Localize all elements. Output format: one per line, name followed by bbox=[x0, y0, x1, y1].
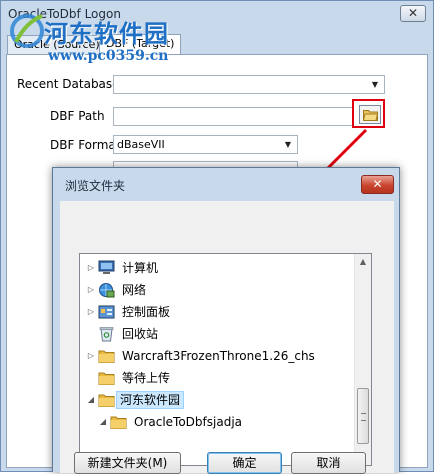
tree-item-label: 回收站 bbox=[122, 327, 159, 341]
tree-item-label: Warcraft3FrozenThrone1.26_chs bbox=[122, 349, 315, 363]
dbf-format-combo[interactable]: dBaseVII ▼ bbox=[113, 135, 298, 154]
computer-icon bbox=[98, 260, 115, 274]
tree-item-label: 计算机 bbox=[122, 261, 159, 275]
expand-arrow-icon[interactable]: ▷ bbox=[86, 285, 96, 295]
tree-item-label: 网络 bbox=[122, 283, 147, 297]
dbf-format-value: dBaseVII bbox=[117, 138, 165, 151]
tree-item-label: 河东软件园 bbox=[116, 391, 185, 409]
window-title: OracleToDbf Logon bbox=[8, 7, 121, 21]
tree-item-warcraft[interactable]: ▷ Warcraft3FrozenThrone1.26_chs bbox=[80, 345, 350, 367]
tree-item-oracletodbf[interactable]: ◢ OracleToDbfsjadja bbox=[80, 411, 350, 433]
tab-oracle-source[interactable]: Oracle (Source) bbox=[7, 35, 107, 54]
tree-item-label: 等待上传 bbox=[122, 371, 171, 385]
cancel-button[interactable]: 取消 bbox=[291, 452, 366, 474]
dbf-format-label: DBF Format bbox=[50, 138, 121, 152]
recent-databases-label: Recent Databases bbox=[17, 77, 126, 91]
network-icon bbox=[99, 283, 115, 298]
chevron-down-icon: ▼ bbox=[371, 80, 379, 89]
recent-databases-combo[interactable]: ▼ bbox=[113, 75, 385, 94]
recycle-bin-icon bbox=[99, 327, 114, 342]
collapse-arrow-icon[interactable]: ◢ bbox=[98, 417, 108, 427]
dialog-content: ▷ 计算机 ▷ 网络 ▷ 控制面板 回收站 ▷ Warcraft3FrozenT… bbox=[60, 201, 394, 474]
tree-item-label: OracleToDbfsjadja bbox=[134, 415, 243, 429]
collapse-arrow-icon[interactable]: ◢ bbox=[86, 395, 96, 405]
browse-folder-dialog: 浏览文件夹 ✕ ▷ 计算机 ▷ 网络 ▷ 控制面板 回收站 ▷ Warcraft… bbox=[52, 167, 400, 474]
tree-item-label: 控制面板 bbox=[122, 305, 171, 319]
dialog-close-button[interactable]: ✕ bbox=[361, 175, 394, 194]
expand-arrow-icon[interactable]: ▷ bbox=[86, 351, 96, 361]
dialog-title: 浏览文件夹 bbox=[65, 179, 126, 193]
folder-icon bbox=[110, 416, 127, 429]
ok-button[interactable]: 确定 bbox=[207, 452, 282, 474]
folder-icon bbox=[98, 372, 115, 385]
folder-icon bbox=[98, 350, 115, 363]
folder-tree[interactable]: ▷ 计算机 ▷ 网络 ▷ 控制面板 回收站 ▷ Warcraft3FrozenT… bbox=[79, 253, 372, 466]
control-panel-icon bbox=[98, 305, 115, 319]
tree-item-control-panel[interactable]: ▷ 控制面板 bbox=[80, 301, 350, 323]
tree-item-recycle-bin[interactable]: 回收站 bbox=[80, 323, 350, 345]
expand-arrow-icon[interactable]: ▷ bbox=[86, 307, 96, 317]
dbf-path-label: DBF Path bbox=[50, 109, 105, 123]
dbf-path-input[interactable] bbox=[113, 107, 353, 126]
browse-folder-button[interactable] bbox=[359, 105, 381, 124]
tree-item-hedong[interactable]: ◢ 河东软件园 bbox=[80, 389, 350, 411]
tree-item-computer[interactable]: ▷ 计算机 bbox=[80, 257, 350, 279]
folder-icon bbox=[98, 394, 115, 407]
tree-item-pending-upload[interactable]: 等待上传 bbox=[80, 367, 350, 389]
scroll-thumb[interactable] bbox=[357, 388, 369, 444]
tab-dbf-target[interactable]: DBF (Target) bbox=[99, 34, 182, 54]
expand-arrow-icon[interactable]: ▷ bbox=[86, 263, 96, 273]
tree-scrollbar[interactable]: ▲ ▼ bbox=[354, 254, 371, 465]
scroll-up-icon[interactable]: ▲ bbox=[355, 254, 371, 270]
chevron-down-icon: ▼ bbox=[284, 140, 292, 149]
folder-open-icon bbox=[363, 110, 378, 121]
window-close-button[interactable]: ✕ bbox=[400, 5, 426, 22]
tree-item-network[interactable]: ▷ 网络 bbox=[80, 279, 350, 301]
new-folder-button[interactable]: 新建文件夹(M) bbox=[74, 452, 181, 474]
